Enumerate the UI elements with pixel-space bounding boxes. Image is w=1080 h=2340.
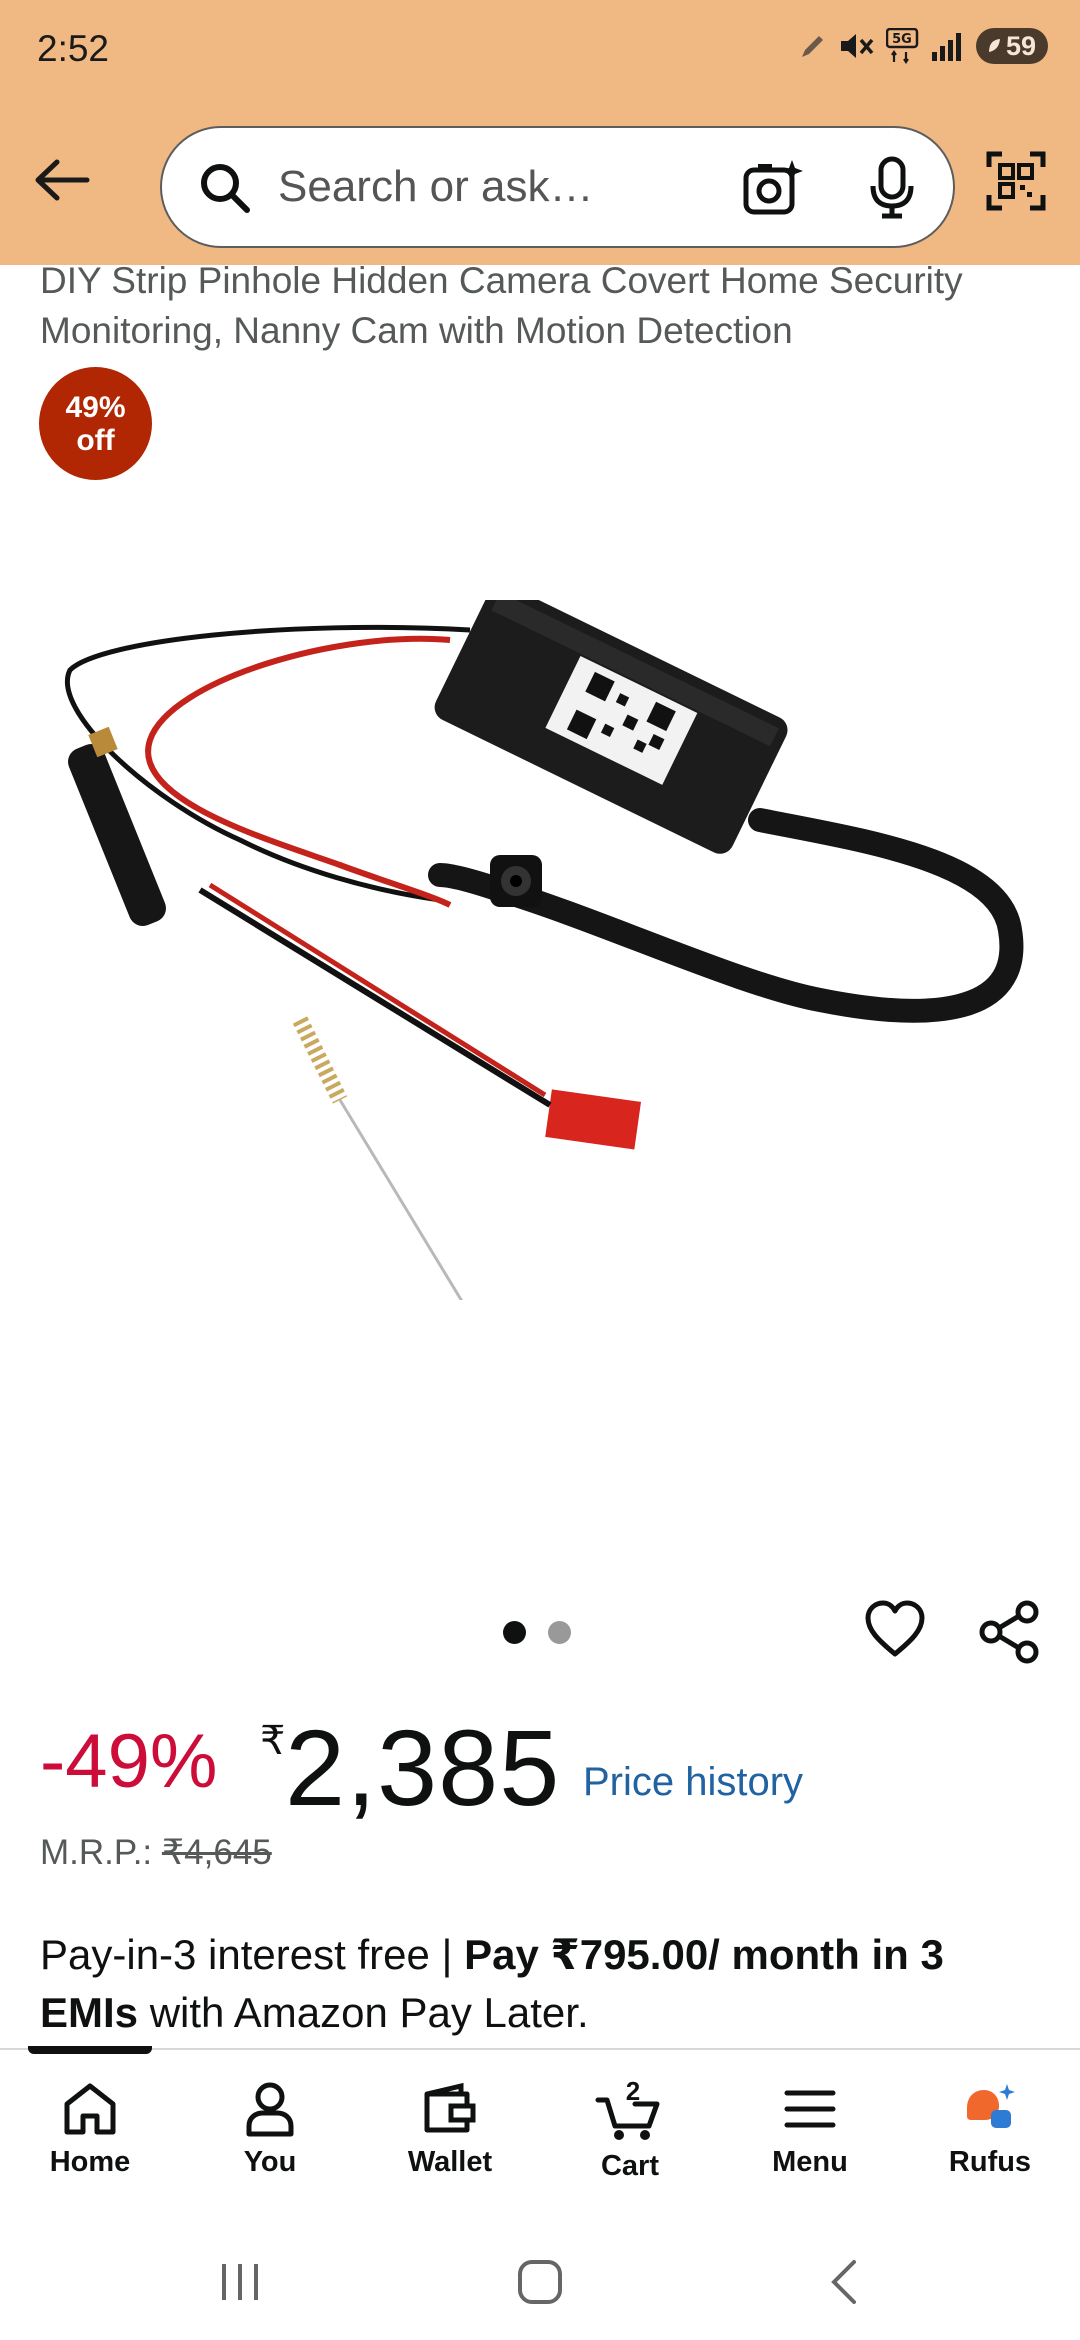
- wallet-icon: [424, 2082, 476, 2133]
- emi-text-3: with Amazon Pay Later.: [138, 1989, 589, 2036]
- badge-percent: 49%: [65, 390, 126, 424]
- mrp-label: M.R.P.:: [40, 1833, 153, 1872]
- nav-menu-label: Menu: [772, 2146, 848, 2178]
- signal-icon: [931, 33, 961, 61]
- emi-text-1: Pay-in-3 interest free |: [40, 1931, 465, 1978]
- mrp-value: ₹4,645: [161, 1833, 272, 1872]
- emi-offer[interactable]: Pay-in-3 interest free | Pay ₹795.00/ mo…: [40, 1926, 1050, 2042]
- nav-menu[interactable]: Menu: [720, 2050, 900, 2222]
- badge-off: off: [76, 423, 115, 457]
- back-button[interactable]: [30, 152, 94, 208]
- svg-text:5G: 5G: [892, 32, 912, 47]
- qr-scan-icon[interactable]: [986, 151, 1046, 211]
- camera-search-icon[interactable]: [742, 158, 804, 220]
- status-bar: 2:52 5G 59: [0, 0, 1080, 100]
- search-icon: [201, 164, 250, 213]
- nav-wallet[interactable]: Wallet: [360, 2050, 540, 2222]
- nav-you[interactable]: You: [180, 2050, 360, 2222]
- arrow-left-icon: [35, 159, 90, 201]
- search-bar[interactable]: Search or ask a question: [160, 126, 955, 248]
- nav-you-label: You: [243, 2146, 297, 2178]
- price-discount: -49%: [40, 1719, 218, 1804]
- search-input[interactable]: Search or ask a question: [278, 162, 598, 214]
- nav-rufus-label: Rufus: [948, 2146, 1032, 2178]
- back-system-icon[interactable]: [822, 2258, 870, 2306]
- nav-cart-label: Cart: [600, 2150, 659, 2182]
- product-page: 2:52 5G 59 Search or ask a DIY Strip Pin…: [0, 0, 1080, 2340]
- price-currency: ₹: [260, 1719, 286, 1763]
- price-value: 2,385: [285, 1707, 561, 1828]
- nav-wallet-label: Wallet: [407, 2146, 493, 2178]
- nav-home-label: Home: [49, 2146, 131, 2178]
- rufus-icon: [967, 2084, 1015, 2128]
- price-history-link[interactable]: Price history: [583, 1760, 803, 1805]
- app-header: 2:52 5G 59 Search or ask a: [0, 0, 1080, 265]
- cart-count: 2: [626, 2080, 640, 2106]
- pen-icon: [801, 36, 823, 57]
- status-time: 2:52: [37, 28, 110, 69]
- nav-cart[interactable]: 2 Cart: [540, 2050, 720, 2222]
- mrp-row: M.R.P.: ₹4,645: [40, 1833, 272, 1873]
- nav-home[interactable]: Home: [0, 2050, 180, 2222]
- heart-icon[interactable]: [864, 1600, 926, 1658]
- status-icons: 5G 59: [798, 28, 1048, 64]
- recent-apps-icon[interactable]: [216, 2258, 264, 2306]
- share-icon[interactable]: [978, 1600, 1040, 1664]
- mute-icon: [840, 34, 874, 58]
- home-icon: [64, 2083, 116, 2135]
- home-system-icon[interactable]: [516, 2258, 564, 2306]
- discount-badge: 49% off: [39, 367, 152, 480]
- network-5g-icon: 5G: [885, 28, 919, 64]
- product-title[interactable]: DIY Strip Pinhole Hidden Camera Covert H…: [40, 256, 1050, 356]
- battery-indicator: 59: [975, 28, 1048, 64]
- microphone-icon[interactable]: [867, 156, 917, 220]
- battery-level: 59: [1005, 30, 1036, 61]
- image-carousel-dots[interactable]: [503, 1621, 571, 1644]
- nav-rufus[interactable]: Rufus: [900, 2050, 1080, 2222]
- carousel-dot[interactable]: [548, 1621, 571, 1644]
- hamburger-menu-icon: [784, 2090, 836, 2128]
- cart-icon: 2: [595, 2080, 660, 2140]
- bottom-navigation: Home You Wallet 2 Cart Menu Rufus: [0, 2046, 1080, 2222]
- product-image[interactable]: [40, 600, 1040, 1300]
- battery-saver-icon: [988, 39, 1000, 52]
- carousel-dot-active[interactable]: [503, 1621, 526, 1644]
- person-icon: [246, 2082, 294, 2137]
- system-navigation-bar: [0, 2220, 1080, 2340]
